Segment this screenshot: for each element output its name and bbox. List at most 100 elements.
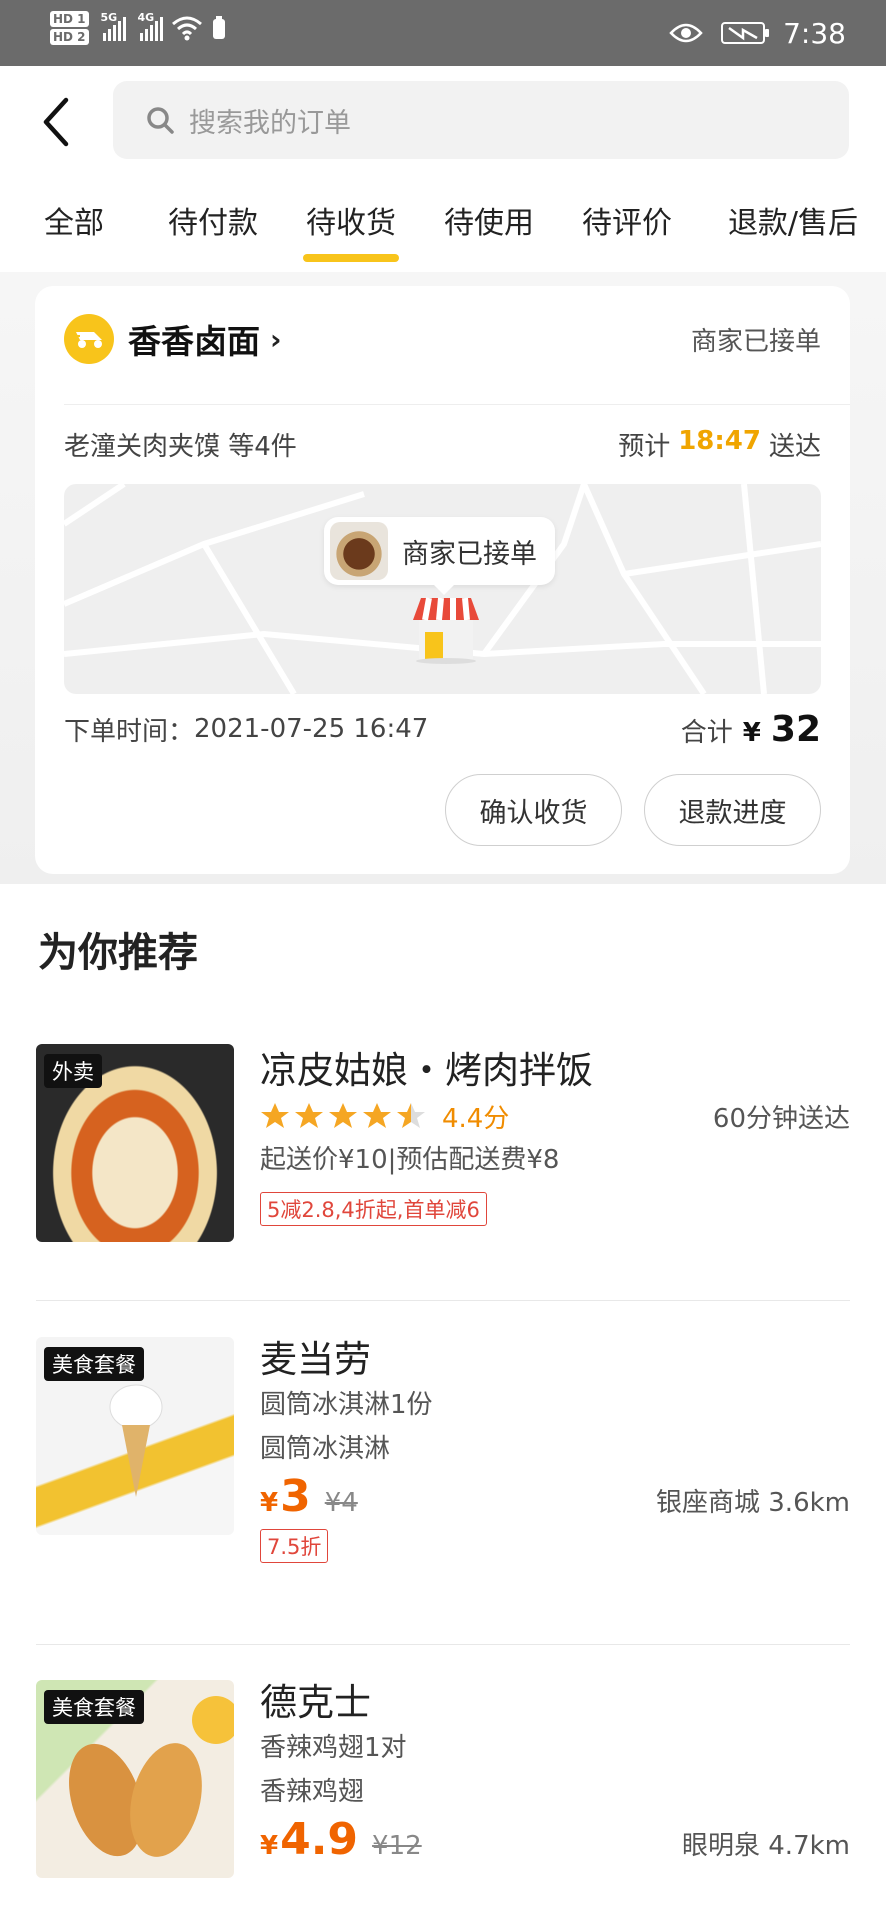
eta: 预计 18:47 送达 [618, 426, 821, 463]
fees: 起送价¥10|预估配送费¥8 [260, 1145, 560, 1175]
tab-all[interactable]: 全部 [0, 176, 148, 272]
rating-row: 4.4分 60分钟送达 [260, 1094, 850, 1138]
tab-pending-receipt[interactable]: 待收货 [278, 176, 424, 272]
food-image: 美食套餐 [36, 1337, 234, 1535]
distance: 眼明泉 4.7km [682, 1831, 850, 1861]
divider [36, 1300, 850, 1301]
divider [36, 1644, 850, 1645]
star-rating-icon [260, 1101, 428, 1131]
order-total: 合计 ¥ 32 [681, 709, 821, 750]
price-currency: ¥ [260, 1488, 279, 1518]
map-status-bubble: 商家已接单 [324, 517, 555, 595]
food-image: 美食套餐 [36, 1680, 234, 1878]
category-tag: 美食套餐 [44, 1347, 144, 1381]
status-right: 7:38 [669, 0, 846, 66]
price-row: ¥ 4.9 ¥12 眼明泉 4.7km [260, 1814, 850, 1868]
hd-indicator: HD 1 HD 2 [50, 10, 89, 46]
category-tag: 外卖 [44, 1054, 102, 1088]
order-actions: 确认收货 退款进度 [445, 774, 821, 846]
price-currency: ¥ [260, 1831, 279, 1861]
shop-name: 麦当劳 [260, 1338, 371, 1381]
list-item-body: 麦当劳 圆筒冰淇淋1份 圆筒冰淇淋 ¥ 3 ¥4 银座商城 3.6km 7.5折 [260, 1337, 850, 1563]
search-icon [147, 107, 174, 134]
tab-label: 全部 [44, 206, 104, 241]
net1-label: 5G [100, 11, 118, 24]
total-currency: ¥ [742, 717, 761, 748]
refund-progress-button[interactable]: 退款进度 [644, 774, 821, 846]
battery-icon [721, 22, 770, 44]
order-status: 商家已接单 [690, 326, 821, 357]
category-tag: 美食套餐 [44, 1690, 144, 1724]
food-thumbnail [330, 522, 388, 580]
chevron-right-icon: › [270, 322, 282, 356]
original-price: ¥12 [372, 1831, 422, 1861]
tab-refund[interactable]: 退款/售后 [700, 176, 886, 272]
tab-pending-use[interactable]: 待使用 [424, 176, 554, 272]
product-desc: 圆筒冰淇淋 [260, 1434, 391, 1464]
recommend-title: 为你推荐 [38, 930, 198, 976]
distance: 银座商城 3.6km [656, 1488, 850, 1518]
signal-5g-icon: 5G [101, 11, 126, 41]
back-icon[interactable] [38, 94, 78, 150]
eye-icon [669, 23, 703, 43]
search-placeholder: 搜索我的订单 [189, 107, 351, 139]
tab-pending-review[interactable]: 待评价 [554, 176, 700, 272]
shop-name: 德克士 [260, 1681, 371, 1724]
order-items: 老潼关肉夹馍 等4件 [64, 432, 297, 462]
shop-name[interactable]: 香香卤面 [128, 315, 260, 363]
promo-badge: 5减2.8,4折起,首单减6 [260, 1192, 487, 1226]
total-label: 合计 [680, 717, 733, 748]
search-input[interactable]: 搜索我的订单 [113, 81, 849, 159]
tab-pending-payment[interactable]: 待付款 [148, 176, 278, 272]
price: 3 [280, 1471, 311, 1522]
clock: 7:38 [783, 16, 846, 50]
order-card[interactable]: 香香卤面 › 商家已接单 老潼关肉夹馍 等4件 预计 18:47 送达 商家已接… [35, 286, 850, 874]
wifi-icon [171, 16, 202, 41]
shop-row[interactable]: 香香卤面 › 商家已接单 [64, 311, 821, 367]
divider [64, 404, 850, 405]
delivery-map[interactable]: 商家已接单 [64, 484, 821, 694]
list-item-body: 凉皮姑娘・烤肉拌饭 4.4分 60分钟送达 起送价¥10|预估配送费¥8 5减2… [260, 1044, 850, 1226]
list-item-body: 德克士 香辣鸡翅1对 香辣鸡翅 ¥ 4.9 ¥12 眼明泉 4.7km [260, 1680, 850, 1868]
tab-label: 退款/售后 [727, 206, 859, 241]
promo-badge: 7.5折 [260, 1529, 329, 1563]
header: 搜索我的订单 [0, 66, 886, 176]
product-desc: 香辣鸡翅 [260, 1777, 365, 1807]
order-time: 2021-07-25 16:47 [194, 714, 429, 744]
shop-name: 凉皮姑娘・烤肉拌饭 [260, 1049, 593, 1092]
net2-label: 4G [137, 11, 155, 24]
rating-score: 4.4分 [442, 1103, 510, 1134]
delivery-scooter-icon [64, 314, 114, 364]
eta-time: 18:47 [678, 426, 761, 456]
product-name: 香辣鸡翅1对 [260, 1733, 407, 1763]
price-row: ¥ 3 ¥4 银座商城 3.6km [260, 1471, 850, 1525]
list-item[interactable]: 外卖 凉皮姑娘・烤肉拌饭 4.4分 60分钟送达 起送价¥10|预估配送费¥8 … [36, 1044, 850, 1244]
tab-label: 待评价 [582, 206, 672, 241]
tab-label: 待收货 [306, 206, 396, 241]
hd1-label: HD 1 [50, 11, 89, 27]
eta-prefix: 预计 [618, 432, 671, 462]
status-left: HD 1 HD 2 5G 4G [50, 10, 227, 46]
tab-label: 待使用 [444, 206, 534, 241]
order-items-row: 老潼关肉夹馍 等4件 预计 18:47 送达 [64, 426, 821, 463]
sim-battery-icon [212, 16, 225, 39]
status-bar: HD 1 HD 2 5G 4G 7:38 [0, 0, 886, 66]
order-tabs: 全部 待付款 待收货 待使用 待评价 退款/售后 [0, 176, 886, 272]
original-price: ¥4 [324, 1488, 358, 1518]
confirm-receipt-button[interactable]: 确认收货 [445, 774, 622, 846]
order-meta-row: 下单时间： 2021-07-25 16:47 合计 ¥ 32 [64, 704, 821, 754]
order-time-label: 下单时间： [64, 716, 195, 747]
order-section: 香香卤面 › 商家已接单 老潼关肉夹馍 等4件 预计 18:47 送达 商家已接… [0, 272, 886, 884]
list-item[interactable]: 美食套餐 德克士 香辣鸡翅1对 香辣鸡翅 ¥ 4.9 ¥12 眼明泉 4.7km [36, 1680, 850, 1920]
eta-suffix: 送达 [768, 432, 821, 462]
delivery-time: 60分钟送达 [712, 1103, 850, 1134]
list-item[interactable]: 美食套餐 麦当劳 圆筒冰淇淋1份 圆筒冰淇淋 ¥ 3 ¥4 银座商城 3.6km… [36, 1337, 850, 1597]
food-image: 外卖 [36, 1044, 234, 1242]
store-icon [413, 597, 479, 664]
price: 4.9 [280, 1814, 359, 1865]
hd2-label: HD 2 [50, 29, 89, 45]
tab-label: 待付款 [168, 206, 258, 241]
signal-4g-icon: 4G [138, 11, 163, 41]
map-bubble-text: 商家已接单 [402, 538, 537, 570]
total-amount: 32 [770, 708, 821, 750]
